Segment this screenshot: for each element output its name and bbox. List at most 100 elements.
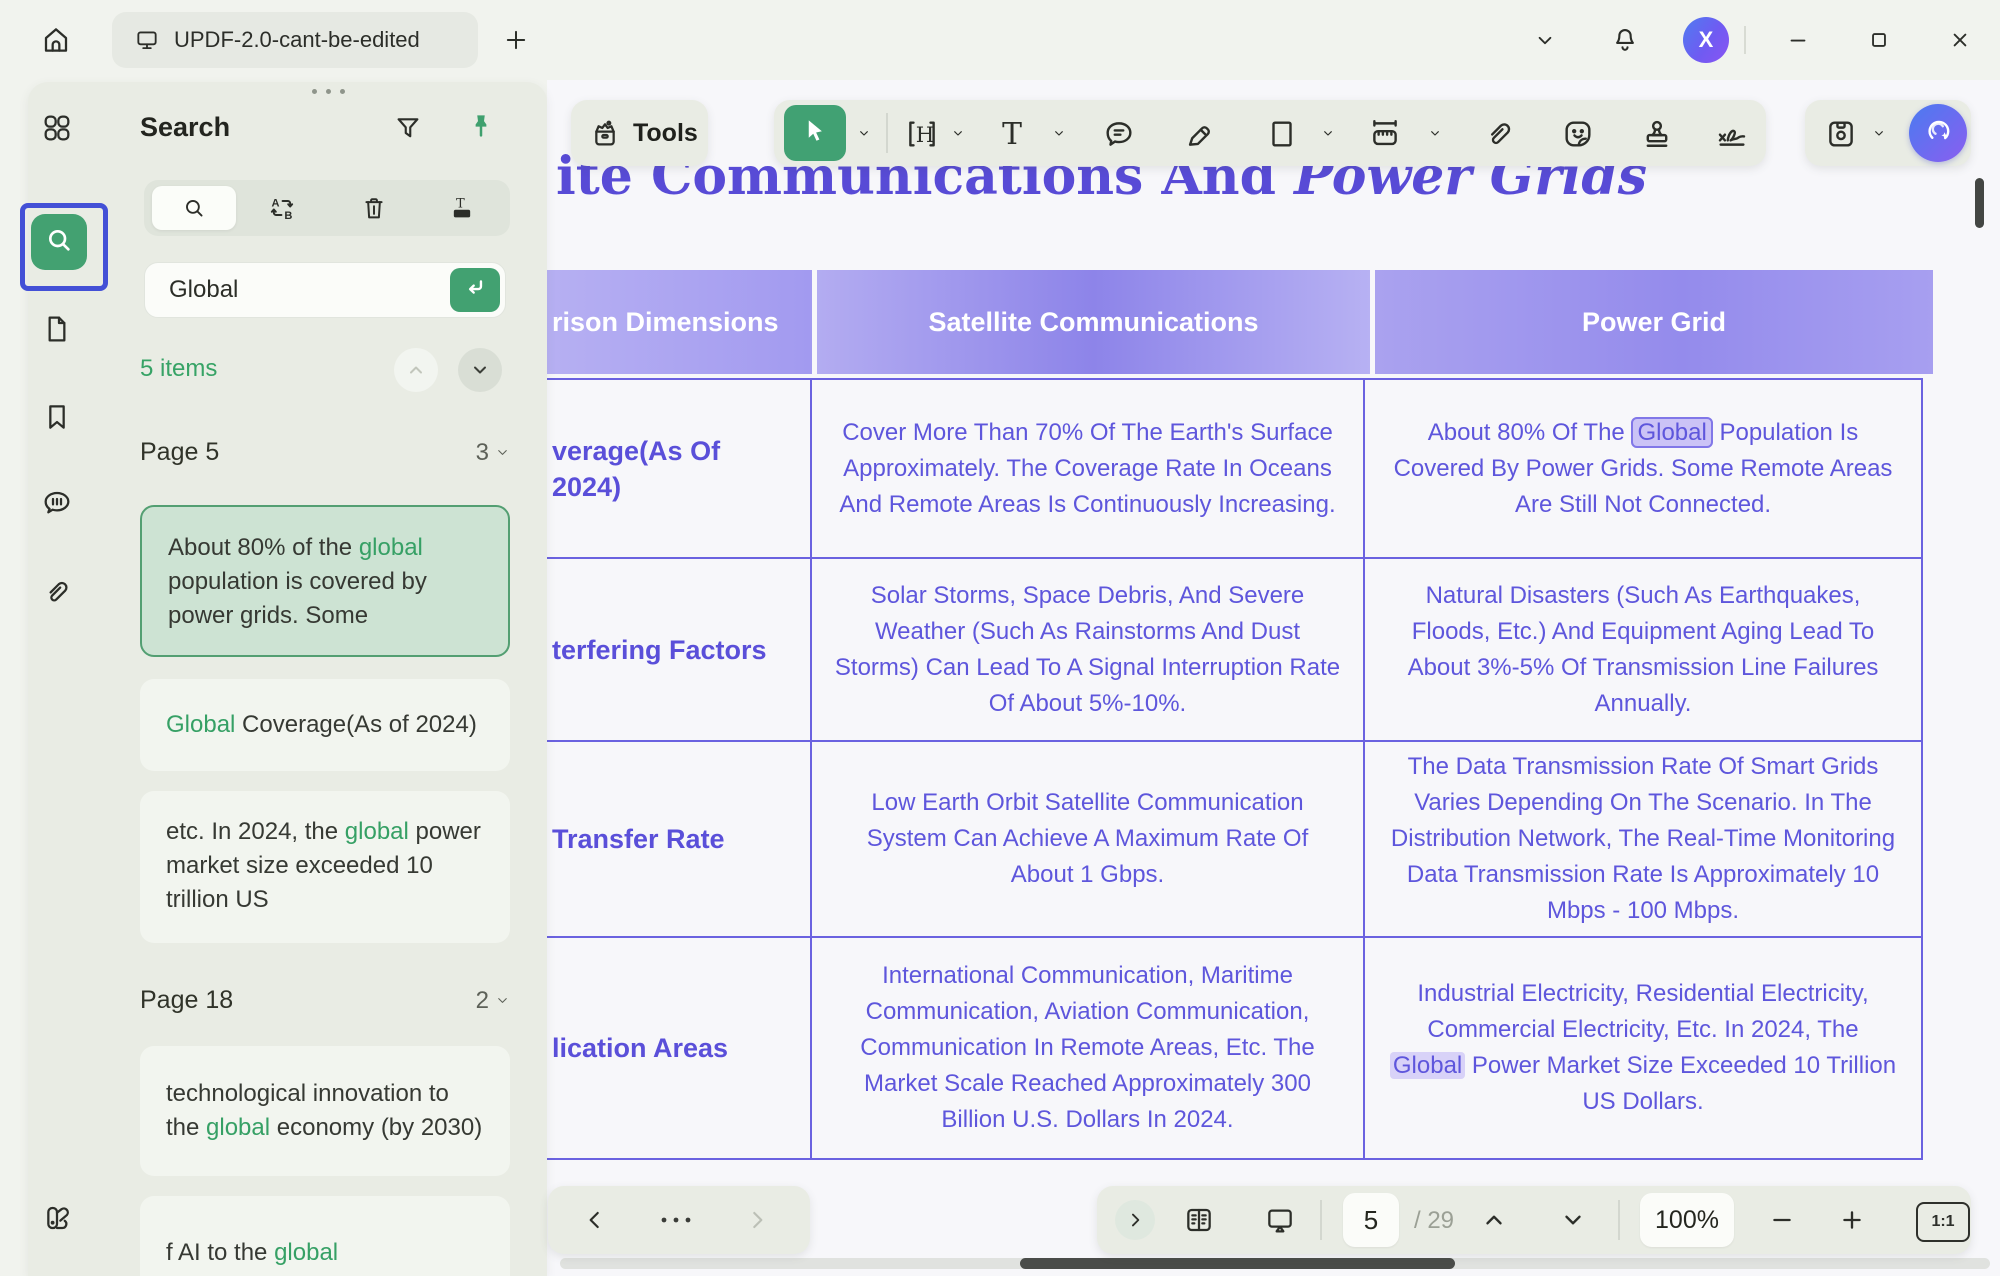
search-input[interactable]: Global [144,262,506,318]
search-submit-button[interactable] [450,268,500,312]
ai-swirl-icon [1920,113,1956,154]
notifications-button[interactable] [1603,18,1647,62]
page-number-input[interactable]: 5 [1343,1193,1399,1247]
redact-mode-button[interactable]: T [436,186,488,230]
page-icon [41,313,73,345]
actual-size-button[interactable]: 1:1 [1916,1202,1970,1242]
heading-tool-dropdown[interactable] [950,125,966,141]
pin-button[interactable] [459,106,503,150]
next-page-button[interactable] [1551,1198,1595,1242]
bell-icon [1610,25,1640,55]
panel-drag-handle[interactable] [300,82,356,100]
zoom-level-button[interactable]: 100% [1640,1193,1734,1247]
highlighter-tool-button[interactable] [1182,116,1218,152]
zoom-out-button[interactable] [1760,1198,1804,1242]
history-more-button[interactable] [654,1198,698,1242]
search-mode-icon[interactable] [168,186,220,230]
stamp-tool-button[interactable] [1639,116,1675,152]
table-cell-power: Industrial Electricity, Residential Elec… [1365,938,1923,1160]
heading-tool-button[interactable]: H [904,116,940,152]
table-cell-satellite: International Communication, Maritime Co… [812,938,1365,1160]
measure-tool-dropdown[interactable] [1427,125,1443,141]
sticker-tool-button[interactable] [1560,116,1596,152]
text-tool-dropdown[interactable] [1051,125,1067,141]
search-result-partial[interactable]: f AI to the global [140,1196,510,1276]
comment-tool-button[interactable] [1101,116,1137,152]
page-group-count[interactable]: 2 [476,987,510,1015]
previous-page-button[interactable] [1472,1198,1516,1242]
table-cell-dimension: verage(As Of 2024) [547,380,812,559]
select-tool-button[interactable] [784,105,846,161]
redact-icon: T [448,194,476,222]
result-text: About 80% of the [168,534,359,561]
page-layout-button[interactable] [1177,1198,1221,1242]
document-tab[interactable]: UPDF-2.0-cant-be-edited [112,12,478,68]
titlebar-dropdown-button[interactable] [1523,18,1567,62]
search-result-active[interactable]: About 80% of the global population is co… [140,505,510,657]
text-tool-button[interactable]: T [994,116,1030,152]
search-result[interactable]: Global Coverage(As of 2024) [140,679,510,771]
shape-tool-button[interactable] [1264,116,1300,152]
result-group-page18[interactable]: Page 18 2 [140,986,510,1015]
search-result[interactable]: technological innovation to the global e… [140,1046,510,1176]
home-button[interactable] [30,14,82,66]
save-button[interactable] [1823,116,1859,152]
paperclip-icon [41,576,73,608]
expand-nav-button[interactable] [1115,1200,1155,1240]
count-value: 3 [476,439,489,467]
nav-divider [1320,1200,1322,1240]
pushpin-icon [466,111,496,146]
sidebar-item-appearance[interactable] [35,1196,79,1240]
updf-window: UPDF-2.0-cant-be-edited X ite Communicat… [0,0,2000,1276]
annotation-toolbar: H T [774,100,1766,166]
horizontal-scrollbar-thumb[interactable] [1020,1258,1455,1269]
pdf-viewport[interactable]: ite Communications And Power Grids rison… [547,80,2000,1276]
table-cell-power: About 80% Of The Global Population Is Co… [1365,380,1923,559]
table-cell-satellite: Cover More Than 70% Of The Earth's Surfa… [812,380,1365,559]
presentation-mode-button[interactable] [1258,1198,1302,1242]
page-group-count[interactable]: 3 [476,439,510,467]
shape-tool-dropdown[interactable] [1320,125,1336,141]
table-cell-power: The Data Transmission Rate Of Smart Grid… [1365,742,1923,938]
minimize-button[interactable] [1776,18,1820,62]
filter-button[interactable] [386,106,430,150]
toolbox-icon [589,117,621,149]
table-cell-dimension: Transfer Rate [547,742,812,938]
tools-button[interactable]: Tools [571,100,708,166]
table-cell-satellite: Solar Storms, Space Debris, And Severe W… [812,559,1365,742]
next-result-button[interactable] [458,348,502,392]
previous-result-button[interactable] [394,348,438,392]
sidebar-item-thumbnails[interactable] [35,106,79,150]
plus-icon [502,26,530,54]
delete-results-button[interactable] [348,186,400,230]
comment-icon [41,487,73,519]
close-button[interactable] [1938,18,1982,62]
result-match: global [345,818,409,845]
sidebar-item-comments[interactable] [35,481,79,525]
sidebar-item-bookmarks[interactable] [35,395,79,439]
result-text: Coverage(As of 2024) [235,711,476,738]
vertical-scrollbar-thumb[interactable] [1975,178,1984,228]
zoom-in-button[interactable] [1830,1198,1874,1242]
maximize-button[interactable] [1857,18,1901,62]
history-forward-button[interactable] [735,1198,779,1242]
select-tool-dropdown[interactable] [856,125,872,141]
save-dropdown[interactable] [1871,125,1887,141]
search-result[interactable]: etc. In 2024, the global power market si… [140,791,510,943]
toolbar-divider [886,113,888,153]
measure-tool-button[interactable] [1367,116,1403,152]
replace-mode-button[interactable]: AB [256,186,308,230]
result-group-page5[interactable]: Page 5 3 [140,438,510,467]
user-avatar[interactable]: X [1683,17,1729,63]
ai-assistant-button[interactable] [1909,104,1967,162]
attachment-tool-button[interactable] [1481,116,1517,152]
history-back-button[interactable] [573,1198,617,1242]
sidebar-item-pages[interactable] [35,307,79,351]
titlebar: UPDF-2.0-cant-be-edited X [0,0,2000,80]
search-panel-title: Search [140,112,230,143]
sidebar-item-attachments[interactable] [35,570,79,614]
svg-text:T: T [456,196,465,211]
signature-tool-button[interactable] [1714,116,1750,152]
new-tab-button[interactable] [492,16,540,64]
horizontal-scrollbar[interactable] [560,1258,1990,1269]
